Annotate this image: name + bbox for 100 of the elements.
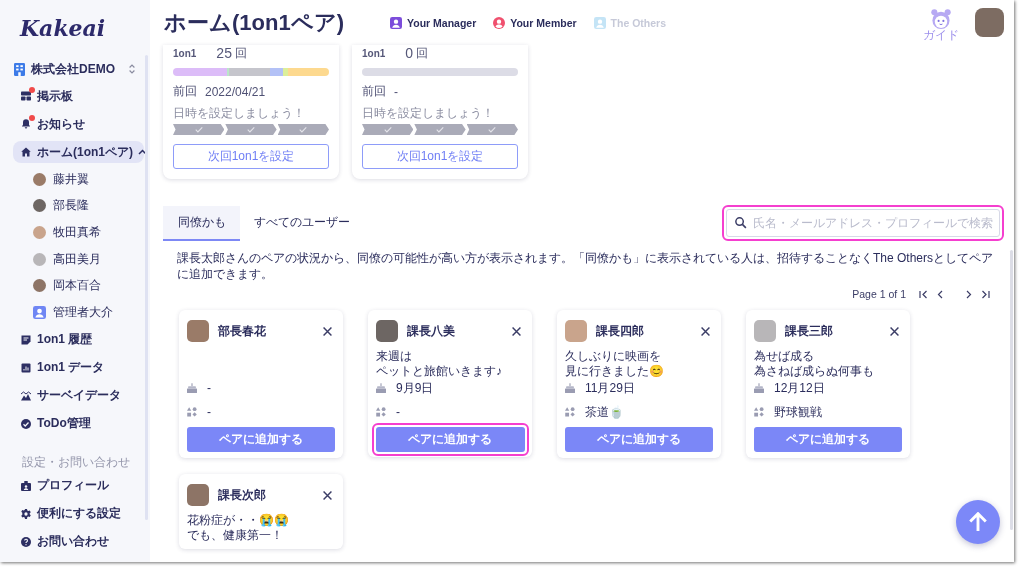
session-label: 1on1	[173, 47, 197, 59]
up-down-chevron-icon[interactable]	[129, 64, 135, 74]
org-name: 株式会社DEMO	[31, 60, 115, 78]
close-icon[interactable]	[701, 326, 710, 336]
avatar-placeholder	[187, 320, 209, 342]
arrow-up-icon	[969, 512, 987, 532]
message-line: 来週は	[376, 349, 413, 364]
close-icon[interactable]	[890, 326, 899, 336]
page-label: Page 1 of 1	[852, 288, 906, 300]
tab[interactable]: 同僚かも	[163, 205, 240, 241]
last-label: 前回	[362, 83, 386, 100]
search-icon	[735, 217, 747, 229]
cake-icon	[565, 383, 575, 393]
schedule-button[interactable]: 次回1on1を設定	[173, 144, 329, 169]
message-line: ペットと旅館いきます♪	[376, 364, 503, 379]
check-circle-icon	[20, 417, 32, 430]
check-icon	[247, 126, 255, 133]
message-line: 花粉症が・・😭😭	[187, 513, 290, 528]
cake-icon	[376, 383, 386, 393]
nav-sub-item[interactable]: 管理者大介	[0, 298, 144, 326]
last-date: -	[394, 84, 398, 99]
cat-face-icon	[931, 9, 951, 29]
birthday-text: 12月12日	[774, 379, 825, 397]
person-name: 課長八美	[407, 322, 455, 340]
id-badge-icon	[20, 479, 32, 492]
birthday-text: -	[207, 381, 211, 395]
shapes-icon	[565, 407, 575, 417]
session-count: 25	[216, 45, 232, 61]
hobby-text: -	[207, 405, 211, 419]
close-icon[interactable]	[323, 326, 332, 336]
nav-sub-item[interactable]: 岡本百合	[0, 272, 144, 299]
birthday-text: 11月29日	[585, 379, 635, 397]
message-line: 久しぶりに映画を	[565, 349, 662, 364]
nav-item[interactable]: 掲示板	[13, 85, 144, 107]
prev-page-icon[interactable]	[936, 289, 945, 299]
nav-item[interactable]: サーベイデータ	[13, 384, 144, 407]
last-page-icon[interactable]	[981, 289, 990, 299]
nav-sub-item[interactable]: 高田美月	[0, 245, 144, 273]
cake-icon	[187, 383, 197, 393]
nav-item[interactable]: 便利にする設定	[13, 502, 144, 525]
shapes-icon	[376, 407, 386, 417]
avatar-placeholder[interactable]	[975, 8, 1004, 37]
message-line: 為さねば成らぬ何事も	[754, 364, 875, 379]
schedule-button[interactable]: 次回1on1を設定	[362, 144, 518, 169]
avatar-placeholder	[754, 320, 776, 342]
hobby-text: 茶道🍵	[585, 403, 624, 421]
note-icon	[20, 333, 32, 346]
avatar-placeholder	[33, 172, 46, 186]
nav-sub-item[interactable]: 藤井翼	[0, 166, 144, 193]
nav-item[interactable]: お問い合わせ	[13, 530, 144, 553]
person-icon	[33, 305, 46, 319]
check-icon	[194, 126, 203, 133]
first-page-icon[interactable]	[919, 289, 928, 299]
avatar-placeholder	[33, 252, 46, 266]
legend-label: The Others	[610, 16, 666, 29]
close-icon[interactable]	[512, 326, 521, 336]
nav-item[interactable]: プロフィール	[13, 474, 144, 497]
bell-icon	[20, 118, 32, 130]
close-icon[interactable]	[323, 490, 332, 500]
nav-item[interactable]: 1on1 データ	[13, 356, 144, 379]
scrollbar-thumb[interactable]	[1010, 250, 1013, 530]
session-label: 1on1	[362, 47, 386, 59]
avatar-placeholder	[187, 484, 209, 506]
person-name: 課長次郎	[218, 486, 266, 504]
person-name: 課長四郎	[596, 322, 644, 340]
logo: Kakeai	[18, 14, 107, 43]
mountain-chart-icon	[20, 389, 32, 402]
nav-sub-item[interactable]: 部長隆	[0, 192, 144, 220]
tab[interactable]: すべてのユーザー	[240, 205, 364, 241]
nav-sub-item[interactable]: 牧田真希	[0, 219, 144, 246]
legend-label: Your Manager	[407, 16, 477, 29]
next-page-icon[interactable]	[964, 289, 973, 299]
nav-item[interactable]: ホーム(1on1ペア)	[13, 141, 144, 163]
nav-item[interactable]: お知らせ	[13, 113, 144, 135]
message-line: でも、健康第一！	[187, 528, 284, 543]
count-unit: 回	[416, 44, 429, 62]
avatar-placeholder	[33, 199, 46, 213]
caret-up-icon[interactable]	[138, 149, 147, 155]
building-icon	[14, 62, 25, 76]
cake-icon	[754, 383, 764, 393]
page-title: ホーム(1on1ペア)	[164, 8, 344, 37]
check-icon	[299, 126, 308, 133]
hobby-text: -	[396, 405, 400, 419]
home-icon	[20, 146, 32, 158]
nav-item[interactable]: ToDo管理	[13, 412, 144, 435]
hobby-text: 野球観戦	[774, 403, 822, 421]
birthday-text: 9月9日	[396, 379, 434, 397]
dashboard-icon	[20, 90, 32, 102]
person-name: 部長春花	[218, 322, 266, 340]
message-line: 為せば成る	[754, 349, 815, 364]
count-unit: 回	[234, 44, 247, 62]
avatar-placeholder	[565, 320, 587, 342]
scroll-top-button[interactable]	[956, 500, 1000, 544]
help-icon	[20, 535, 32, 548]
avatar-placeholder	[376, 320, 398, 342]
bar-chart-icon	[20, 361, 32, 374]
description-text: 課長太郎さんのペアの状況から、同僚の可能性が高い方が表示されます。「同僚かも」に表示されている人は、招待することなくThe Othersとしてペアに追加できます。	[176, 250, 995, 282]
hint-text: 日時を設定しましょう！	[173, 106, 306, 120]
nav-item[interactable]: 1on1 履歴	[13, 328, 144, 351]
hint-text: 日時を設定しましょう！	[362, 106, 495, 120]
